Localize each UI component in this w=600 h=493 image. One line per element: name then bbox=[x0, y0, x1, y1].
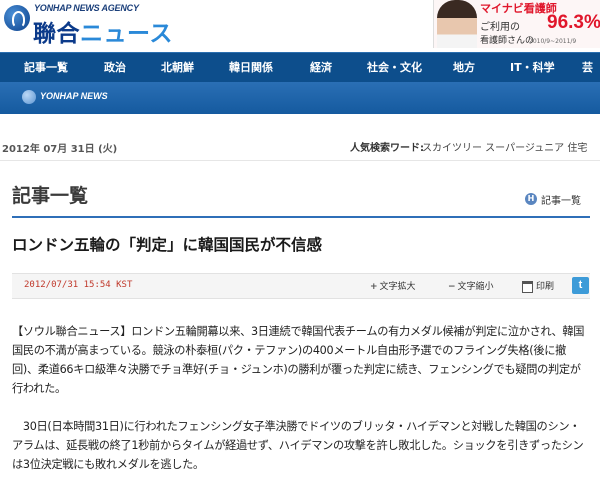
ad-line2: 看護師さんの bbox=[480, 36, 535, 46]
article-meta-bar: 2012/07/31 15:54 KST + 文字拡大 − 文字縮小 印刷 t bbox=[12, 273, 590, 299]
site-logo[interactable]: 聯合ニュース bbox=[33, 14, 173, 48]
date-row: 2012年 07月 31日 (火) 人気検索ワード: スカイツリー スーパージュ… bbox=[0, 114, 600, 161]
section-title: 記事一覧 bbox=[12, 185, 89, 207]
site-header: YONHAP NEWS AGENCY 聯合ニュース マイナビ看護師 ご利用の 9… bbox=[0, 0, 600, 50]
site-name-main: 聯合 bbox=[33, 21, 80, 47]
ad-title: マイナビ看護師 bbox=[480, 2, 557, 15]
text-enlarge-label: 文字拡大 bbox=[379, 282, 416, 292]
print-button[interactable]: 印刷 bbox=[522, 279, 554, 293]
keyword-list[interactable]: スカイツリー スーパージュニア 住宅 bbox=[422, 139, 587, 154]
current-date: 2012年 07月 31日 (火) bbox=[2, 144, 118, 155]
text-shrink-button[interactable]: − 文字縮小 bbox=[448, 279, 494, 292]
nav-item-north-korea[interactable]: 北朝鮮 bbox=[161, 53, 194, 83]
ad-line1: ご利用の bbox=[480, 22, 520, 33]
ad-banner[interactable]: マイナビ看護師 ご利用の 96.3% 看護師さんの 2010/9~2011/9 bbox=[433, 0, 600, 48]
print-label: 印刷 bbox=[536, 282, 555, 292]
nav-item-korea-japan[interactable]: 韓日関係 bbox=[229, 53, 273, 83]
article-paragraph: 30日(日本時間31日)に行われたフェンシング女子準決勝でドイツのブリッタ・ハイ… bbox=[12, 420, 584, 471]
nav-item-it-science[interactable]: IT・科学 bbox=[510, 53, 555, 83]
nav-item-entertainment[interactable]: 芸能 bbox=[582, 53, 600, 104]
ad-percent: 96.3% bbox=[547, 12, 600, 33]
section-divider bbox=[12, 216, 590, 218]
sub-logo-text: YONHAP NEWS bbox=[40, 91, 108, 101]
yonhap-logo-icon[interactable] bbox=[4, 5, 30, 31]
nav-item-society[interactable]: 社会・文化 bbox=[367, 53, 422, 83]
keyword-label: 人気検索ワード: bbox=[350, 143, 424, 154]
ad-person-image bbox=[437, 0, 477, 48]
article-body: 【ソウル聯合ニュース】ロンドン五輪開幕以来、3日連続で韓国代表チームの有力メダル… bbox=[12, 322, 588, 493]
plus-icon: + bbox=[370, 282, 378, 292]
nav-item-politics[interactable]: 政治 bbox=[104, 53, 126, 83]
nav-item-articles[interactable]: 記事一覧 bbox=[24, 53, 68, 83]
print-icon bbox=[522, 280, 533, 293]
sub-bar: YONHAP NEWS bbox=[0, 82, 600, 114]
twitter-icon[interactable]: t bbox=[572, 277, 589, 294]
text-shrink-label: 文字縮小 bbox=[457, 282, 494, 292]
article-datetime: 2012/07/31 15:54 KST bbox=[24, 280, 133, 290]
main-nav: 記事一覧 政治 北朝鮮 韓日関係 経済 社会・文化 地方 IT・科学 芸能 bbox=[0, 52, 600, 104]
agency-name: YONHAP NEWS AGENCY bbox=[34, 3, 139, 13]
breadcrumb[interactable]: 記事一覧 bbox=[541, 192, 581, 207]
nav-item-local[interactable]: 地方 bbox=[453, 53, 475, 83]
home-icon[interactable]: H bbox=[525, 193, 537, 205]
article-headline: ロンドン五輪の「判定」に韓国国民が不信感 bbox=[12, 236, 323, 254]
nav-item-economy[interactable]: 経済 bbox=[310, 53, 332, 83]
text-enlarge-button[interactable]: + 文字拡大 bbox=[370, 279, 416, 292]
minus-icon: − bbox=[448, 282, 456, 292]
site-name-kana: ニュース bbox=[80, 21, 173, 47]
ad-note: 2010/9~2011/9 bbox=[529, 38, 577, 45]
article-paragraph: 【ソウル聯合ニュース】ロンドン五輪開幕以来、3日連続で韓国代表チームの有力メダル… bbox=[12, 325, 585, 395]
yonhap-small-logo-icon bbox=[22, 90, 36, 104]
